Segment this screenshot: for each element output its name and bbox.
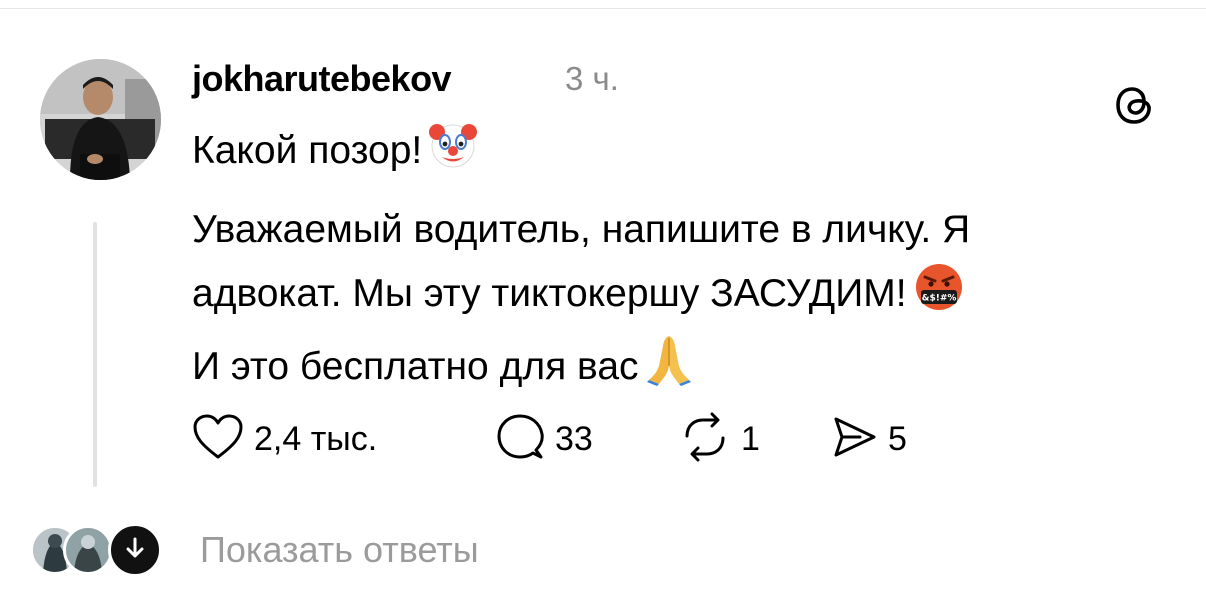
post-text: Какой позор! Уважаемый водитель, напишит… xyxy=(192,120,1172,405)
top-divider xyxy=(0,8,1206,9)
avatar-photo xyxy=(40,59,161,180)
post-line-2: Уважаемый водитель, напишите в личку. Я xyxy=(192,208,971,251)
expand-replies-button[interactable] xyxy=(108,523,162,577)
repost-count: 1 xyxy=(741,419,760,458)
post-timestamp: 3 ч. xyxy=(565,60,619,97)
emoji-symbols-text: &$!#% xyxy=(921,294,956,304)
post-line-1-text: Какой позор! xyxy=(192,129,423,172)
show-replies-row[interactable]: Показать ответы xyxy=(30,520,630,580)
face-with-symbols-on-mouth-emoji: &$!#% xyxy=(913,261,965,332)
reply-count: 33 xyxy=(555,419,593,458)
post-actions: 2,4 тыс. 33 1 5 xyxy=(192,412,952,467)
reply-button[interactable]: 33 xyxy=(495,414,593,464)
replier-avatar xyxy=(63,525,113,575)
comment-bubble-icon xyxy=(495,412,545,467)
author-avatar[interactable] xyxy=(40,59,161,180)
post-line-3: адвокат. Мы эту тиктокершу ЗАСУДИМ! &$!#… xyxy=(192,261,1172,332)
post-line-1: Какой позор! xyxy=(192,120,1172,189)
folded-hands-emoji xyxy=(645,332,693,405)
share-count: 5 xyxy=(888,419,907,458)
arrow-down-icon xyxy=(122,535,148,566)
post-line-4-text: И это бесплатно для вас xyxy=(192,345,639,388)
like-count: 2,4 тыс. xyxy=(254,419,378,458)
clown-face-emoji xyxy=(428,120,478,189)
heart-icon xyxy=(192,413,244,466)
thread-line xyxy=(93,222,97,487)
like-button[interactable]: 2,4 тыс. xyxy=(192,414,377,464)
post-line-4: И это бесплатно для вас xyxy=(192,332,1172,405)
show-replies-link[interactable]: Показать ответы xyxy=(200,529,479,571)
repost-icon xyxy=(679,412,731,467)
author-username[interactable]: jokharutebekov xyxy=(192,58,452,100)
post-line-3-text: адвокат. Мы эту тиктокершу ЗАСУДИМ! xyxy=(192,272,907,315)
share-button[interactable]: 5 xyxy=(830,414,907,464)
repost-button[interactable]: 1 xyxy=(679,412,760,467)
share-arrow-icon xyxy=(830,413,878,466)
